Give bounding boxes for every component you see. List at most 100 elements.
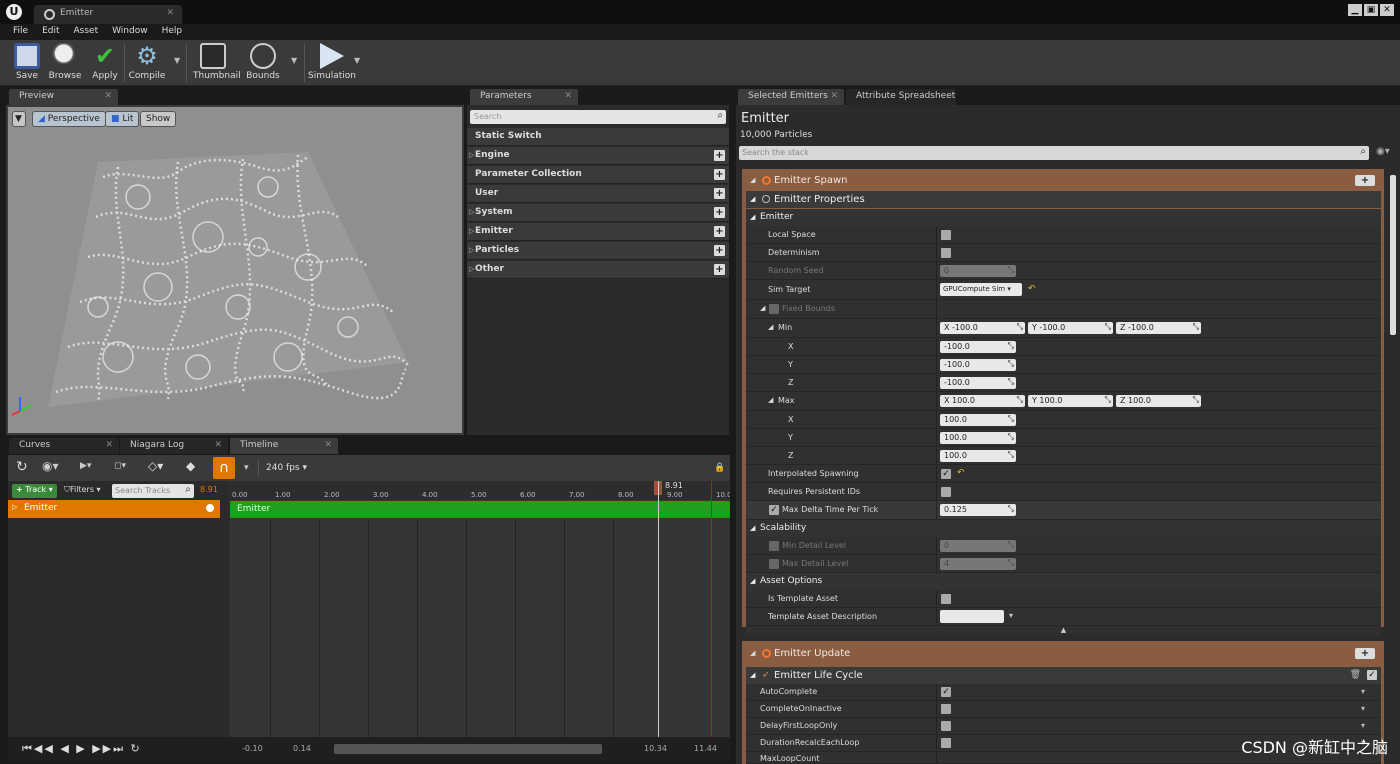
- collapse-arrow-icon[interactable]: ◢: [750, 176, 755, 184]
- emitter-timeline-bar[interactable]: Emitter: [230, 501, 730, 518]
- apply-button[interactable]: ✔ Apply: [85, 42, 125, 84]
- interpolated-spawning-checkbox[interactable]: ✓: [941, 469, 951, 479]
- close-tab-icon[interactable]: ✕: [104, 91, 112, 101]
- show-button[interactable]: Show: [140, 111, 177, 127]
- param-row-emitter[interactable]: ▷ Emitter +: [467, 223, 729, 241]
- expand-arrow-icon[interactable]: ▷: [12, 503, 17, 511]
- close-tab-icon[interactable]: ✕: [324, 440, 332, 450]
- viewport-options-dropdown[interactable]: ▼: [12, 111, 26, 127]
- max-x-value-field[interactable]: 100.0: [940, 414, 1016, 426]
- param-row-system[interactable]: ▷ System +: [467, 204, 729, 222]
- expand-arrow-icon[interactable]: ▷: [469, 246, 474, 254]
- param-row-other[interactable]: ▷ Other +: [467, 261, 729, 279]
- emitter-update-header[interactable]: ◢ Emitter Update +: [746, 645, 1381, 663]
- group-emitter[interactable]: ◢ Emitter: [746, 209, 1381, 226]
- stack-scrollbar[interactable]: [1390, 175, 1396, 335]
- expand-dropdown-icon[interactable]: ▾: [1361, 704, 1365, 713]
- add-module-icon[interactable]: +: [1355, 648, 1375, 659]
- menu-edit[interactable]: Edit: [35, 24, 66, 40]
- collapse-arrow-icon[interactable]: ◢: [750, 577, 755, 585]
- param-row-parameter-collection[interactable]: Parameter Collection +: [467, 166, 729, 184]
- fps-dropdown[interactable]: 240 fps ▾: [266, 463, 307, 473]
- menu-file[interactable]: File: [6, 24, 35, 40]
- compile-button[interactable]: ⚙ Compile: [127, 42, 167, 84]
- maximize-button[interactable]: ▣: [1364, 4, 1378, 16]
- expand-arrow-icon[interactable]: ▷: [469, 151, 474, 159]
- max-y-value-field[interactable]: 100.0: [940, 432, 1016, 444]
- tab-selected-emitters[interactable]: Selected Emitters ✕: [738, 89, 844, 105]
- template-description-input[interactable]: [940, 610, 1004, 623]
- minimize-button[interactable]: ▁: [1348, 4, 1362, 16]
- selection-options-icon[interactable]: ◻▾: [114, 461, 126, 471]
- max-delta-field[interactable]: 0.125: [940, 504, 1016, 516]
- browse-button[interactable]: Browse: [45, 42, 85, 84]
- expand-arrow-icon[interactable]: ▷: [469, 208, 474, 216]
- collapse-arrow-icon[interactable]: ◢: [768, 323, 773, 331]
- stack-search-input[interactable]: Search the stack ⌕: [739, 146, 1369, 160]
- reset-to-default-icon[interactable]: ↶: [957, 468, 965, 478]
- filters-button[interactable]: ⛉Filters ▾: [62, 484, 103, 498]
- module-enabled-checkbox[interactable]: ✓: [1367, 670, 1377, 680]
- expand-dropdown-icon[interactable]: ▾: [1361, 687, 1365, 696]
- tab-attribute-spreadsheet[interactable]: Attribute Spreadsheet: [846, 89, 956, 105]
- collapse-arrow-icon[interactable]: ◢: [750, 195, 755, 203]
- min-z-value-field[interactable]: -100.0: [940, 377, 1016, 389]
- min-x-value-field[interactable]: -100.0: [940, 341, 1016, 353]
- add-parameter-icon[interactable]: +: [714, 245, 725, 256]
- determinism-checkbox[interactable]: [941, 248, 951, 258]
- persistent-ids-checkbox[interactable]: [941, 487, 951, 497]
- lock-icon[interactable]: 🔒: [714, 463, 725, 473]
- min-y-field[interactable]: Y -100.0: [1028, 322, 1113, 334]
- time-ruler[interactable]: 0.00 1.00 2.00 3.00 4.00 5.00 6.00 7.00 …: [230, 481, 730, 500]
- snap-magnet-icon[interactable]: ∩: [213, 457, 235, 479]
- delay-first-loop-checkbox[interactable]: [941, 721, 951, 731]
- min-z-field[interactable]: Z -100.0: [1116, 322, 1201, 334]
- emitter-spawn-header[interactable]: ◢ Emitter Spawn +: [746, 172, 1381, 190]
- thumbnail-button[interactable]: Thumbnail: [193, 42, 241, 84]
- save-button[interactable]: Save: [7, 42, 47, 84]
- add-parameter-icon[interactable]: +: [714, 188, 725, 199]
- autocomplete-checkbox[interactable]: ✓: [941, 687, 951, 697]
- add-parameter-icon[interactable]: +: [714, 150, 725, 161]
- preview-viewport[interactable]: ▼ ◢ Perspective ■ Lit Show: [8, 107, 462, 433]
- bounds-button[interactable]: Bounds: [243, 42, 283, 84]
- keyframe-icon[interactable]: ◇▾: [148, 459, 163, 473]
- bounds-dropdown-icon[interactable]: ▼: [291, 56, 297, 65]
- simulation-button[interactable]: Simulation: [308, 42, 356, 84]
- preview-tab[interactable]: Preview ✕: [9, 89, 118, 105]
- playback-options-icon[interactable]: ▶▾: [80, 461, 91, 471]
- document-tab[interactable]: Emitter ✕: [34, 5, 182, 24]
- param-row-static-switch[interactable]: Static Switch: [467, 128, 729, 146]
- max-y-field[interactable]: Y 100.0: [1028, 395, 1113, 407]
- expand-arrow-icon[interactable]: ▷: [469, 227, 474, 235]
- view-options-eye-icon[interactable]: ◉▾: [1376, 146, 1390, 157]
- expand-dropdown-icon[interactable]: ▾: [1361, 721, 1365, 730]
- delete-module-icon[interactable]: 🗑: [1350, 670, 1361, 680]
- group-asset-options[interactable]: ◢ Asset Options: [746, 573, 1381, 590]
- timeline-scrollbar[interactable]: [334, 744, 602, 754]
- add-track-button[interactable]: + Track ▾: [12, 484, 57, 498]
- tab-niagara-log[interactable]: Niagara Log ✕: [120, 438, 228, 454]
- auto-key-icon[interactable]: ◆: [186, 459, 195, 473]
- collapse-section-icon[interactable]: ▲: [746, 626, 1381, 635]
- add-module-icon[interactable]: +: [1355, 175, 1375, 186]
- parameters-tab[interactable]: Parameters ✕: [470, 89, 578, 105]
- menu-window[interactable]: Window: [105, 24, 155, 40]
- expand-dropdown-icon[interactable]: ▾: [1009, 611, 1013, 620]
- param-row-engine[interactable]: ▷ Engine +: [467, 147, 729, 165]
- collapse-arrow-icon[interactable]: ◢: [750, 524, 755, 532]
- menu-help[interactable]: Help: [155, 24, 190, 40]
- parameters-search-input[interactable]: Search ⌕: [470, 110, 726, 124]
- close-tab-icon[interactable]: ✕: [166, 8, 174, 18]
- reset-to-default-icon[interactable]: ↶: [1028, 284, 1036, 294]
- add-parameter-icon[interactable]: +: [714, 226, 725, 237]
- collapse-arrow-icon[interactable]: ◢: [750, 671, 755, 679]
- max-delta-checkbox[interactable]: ✓: [769, 505, 779, 515]
- is-template-checkbox[interactable]: [941, 594, 951, 604]
- compile-dropdown-icon[interactable]: ▼: [174, 56, 180, 65]
- add-parameter-icon[interactable]: +: [714, 207, 725, 218]
- min-y-value-field[interactable]: -100.0: [940, 359, 1016, 371]
- close-tab-icon[interactable]: ✕: [564, 91, 572, 101]
- max-x-field[interactable]: X 100.0: [940, 395, 1025, 407]
- add-parameter-icon[interactable]: +: [714, 264, 725, 275]
